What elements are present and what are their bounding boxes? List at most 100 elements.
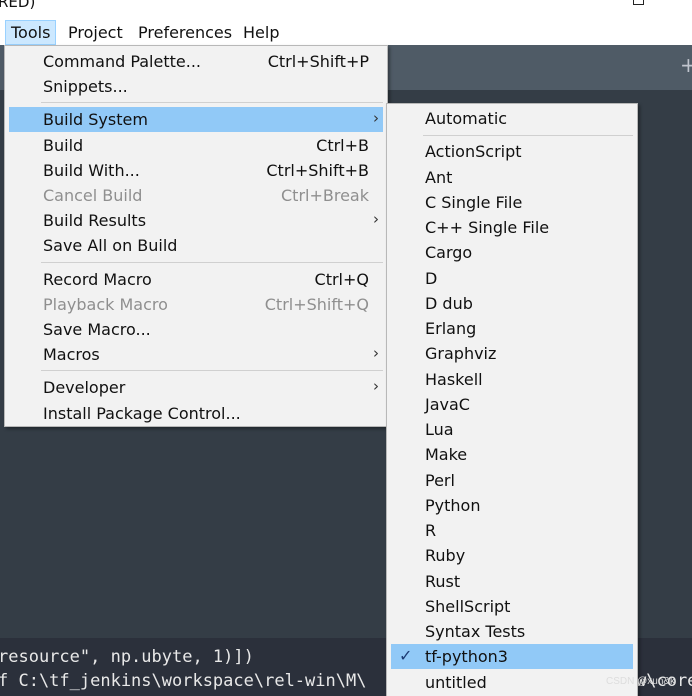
build-system-erlang[interactable]: Erlang [391,316,633,341]
menu-item-cancel-build: Cancel Build Ctrl+Break [9,183,383,208]
menu-item-label: Haskell [425,369,483,389]
build-system-automatic[interactable]: Automatic [391,106,633,131]
menu-item-label: Playback Macro [43,294,168,314]
title-bar: RED) [0,0,692,20]
menu-item-build-with[interactable]: Build With... Ctrl+Shift+B [9,158,383,183]
chevron-right-icon: › [373,210,379,229]
menu-item-label: Make [425,445,468,465]
build-system-ruby[interactable]: Ruby [391,543,633,568]
menu-tools[interactable]: Tools [5,20,57,45]
menu-item-label: Build [43,135,84,155]
menu-separator [423,135,633,137]
menu-item-label: Graphviz [425,344,497,364]
build-system-cargo[interactable]: Cargo [391,240,633,265]
menu-item-label: Install Package Control... [43,403,241,423]
build-system-javac[interactable]: JavaC [391,392,633,417]
menu-item-label: Python [425,495,481,515]
build-system-python[interactable]: Python [391,493,633,518]
menu-item-label: Build Results [43,211,147,231]
menu-item-label: Command Palette... [43,52,201,71]
menu-separator [41,370,383,372]
menu-item-label: Ant [425,167,453,187]
menu-item-label: Record Macro [43,269,152,289]
build-system-haskell[interactable]: Haskell [391,367,633,392]
menu-item-label: Syntax Tests [425,622,526,641]
menu-item-label: C++ Single File [425,218,550,237]
menu-item-build-system[interactable]: Build System › [9,107,383,133]
menu-item-label: Rust [425,571,461,591]
menu-item-label: Perl [425,470,455,490]
menu-item-label: tf-python3 [425,647,508,667]
build-system-c-single-file[interactable]: C Single File [391,190,633,215]
menu-item-build[interactable]: Build Ctrl+B [9,133,383,158]
menu-item-build-results[interactable]: Build Results › [9,208,383,233]
menu-item-macros[interactable]: Macros › [9,342,383,367]
menu-item-label: Erlang [425,319,477,338]
shortcut-label: Ctrl+Shift+Q [264,294,369,314]
menu-item-label: untitled [425,672,487,692]
menu-item-command-palette[interactable]: Command Palette... Ctrl+Shift+P [9,49,383,74]
menu-item-label: C Single File [425,192,523,212]
chevron-right-icon: › [373,377,379,396]
menu-item-label: Build With... [43,160,140,180]
shortcut-label: Ctrl+Shift+P [267,52,369,71]
menu-item-developer[interactable]: Developer › [9,375,383,400]
build-system-d[interactable]: D [391,266,633,291]
menu-item-label: Lua [425,420,454,439]
build-system-rust[interactable]: Rust [391,569,633,594]
chevron-right-icon: › [373,109,379,128]
menu-item-label: D [425,268,438,288]
menu-item-label: Snippets... [43,77,128,97]
build-system-submenu: Automatic ActionScript Ant C Single File C++… [386,103,638,696]
menu-item-label: Automatic [425,109,508,128]
menu-bar: Tools Project Preferences Help [0,20,692,45]
menu-item-label: D dub [425,293,473,313]
menu-item-label: ShellScript [425,596,511,616]
menu-item-label: Build System [43,110,148,130]
build-system-syntax-tests[interactable]: Syntax Tests [391,619,633,644]
menu-item-record-macro[interactable]: Record Macro Ctrl+Q [9,267,383,292]
menu-separator [41,261,383,263]
build-system-actionscript[interactable]: ActionScript [391,139,633,164]
shortcut-label: Ctrl+Q [314,269,369,289]
menu-preferences[interactable]: Preferences [133,20,237,45]
console-line: resource", np.ubyte, 1)]) [0,647,254,667]
menu-separator [41,102,383,104]
menu-item-label: ActionScript [425,142,522,162]
build-system-c-single-file[interactable]: C++ Single File [391,215,633,240]
menu-item-label: R [425,521,437,540]
build-system-ant[interactable]: Ant [391,165,633,190]
menu-item-label: Save Macro... [43,320,151,339]
menu-item-snippets[interactable]: Snippets... [9,74,383,99]
build-system-r[interactable]: R [391,518,633,543]
menu-item-save-macro[interactable]: Save Macro... [9,317,383,342]
plus-icon[interactable]: + [680,53,692,77]
menu-project[interactable]: Project [63,20,128,45]
tools-menu: Command Palette... Ctrl+Shift+P Snippets..… [4,45,388,427]
chevron-right-icon: › [373,344,379,363]
build-system-tf-python3[interactable]: ✓ tf-python3 [391,644,633,670]
watermark: CSDN @xun&k [606,676,676,687]
build-system-shellscript[interactable]: ShellScript [391,594,633,619]
menu-item-install-package-control[interactable]: Install Package Control... [9,401,383,426]
menu-item-label: Developer [43,378,126,398]
build-system-d-dub[interactable]: D dub [391,291,633,316]
shortcut-label: Ctrl+B [316,135,369,155]
menu-item-label: JavaC [425,394,470,414]
shortcut-label: Ctrl+Shift+B [266,160,369,180]
menu-item-playback-macro: Playback Macro Ctrl+Shift+Q [9,292,383,317]
maximize-icon[interactable] [633,0,644,5]
menu-item-label: Macros [43,345,100,365]
menu-item-save-all-on-build[interactable]: Save All on Build [9,233,383,258]
console-line: f C:\tf_jenkins\workspace\rel-win\M\ [0,671,367,691]
menu-item-label: Save All on Build [43,236,178,256]
menu-item-label: Cargo [425,243,473,263]
menu-help[interactable]: Help [238,20,284,45]
shortcut-label: Ctrl+Break [281,186,369,205]
build-system-lua[interactable]: Lua [391,417,633,442]
build-system-graphviz[interactable]: Graphviz [391,341,633,366]
build-system-untitled[interactable]: untitled [391,670,633,695]
build-system-make[interactable]: Make [391,442,633,467]
build-system-perl[interactable]: Perl [391,468,633,493]
window-title: RED) [0,0,36,11]
